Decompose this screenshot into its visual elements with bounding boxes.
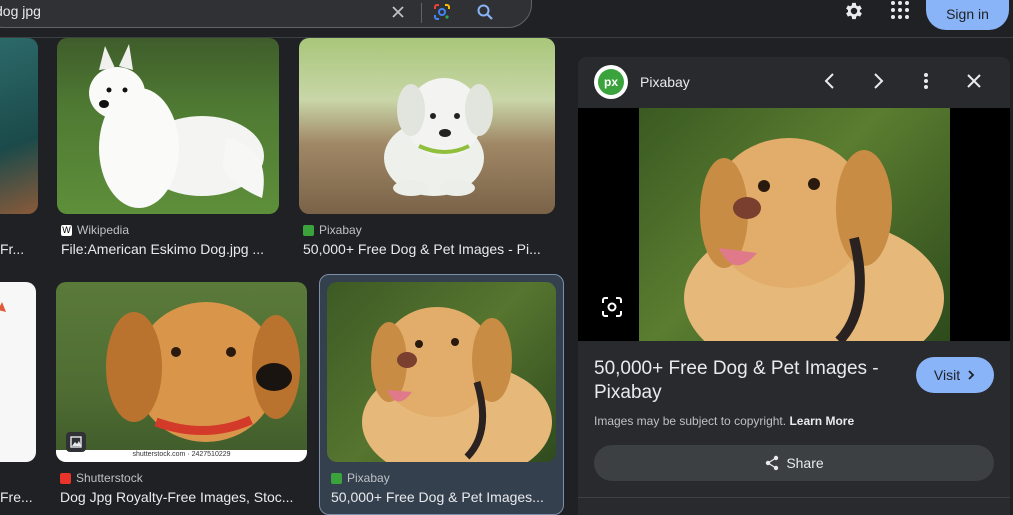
preview-image-area[interactable] bbox=[578, 108, 1010, 341]
result-title[interactable]: File:American Eskimo Dog.jpg ... bbox=[61, 241, 283, 257]
white-puppy-image bbox=[384, 78, 493, 196]
close-icon[interactable] bbox=[964, 71, 984, 91]
panel-title[interactable]: 50,000+ Free Dog & Pet Images - Pixabay bbox=[594, 357, 894, 405]
result-title[interactable]: 50,000+ Free Dog & Pet Images... bbox=[331, 489, 553, 505]
watermark-text: shutterstock.com · 2427510229 bbox=[132, 451, 231, 458]
result-thumbnail[interactable] bbox=[57, 38, 279, 214]
result-thumbnail[interactable]: shutterstock.com · 2427510229 bbox=[56, 282, 307, 462]
result-source: W Wikipedia bbox=[61, 223, 130, 237]
golden-retriever-image bbox=[362, 307, 552, 462]
search-icon[interactable] bbox=[476, 3, 494, 21]
gear-icon[interactable] bbox=[843, 0, 865, 22]
panel-source-name[interactable]: Pixabay bbox=[640, 74, 690, 90]
result-title[interactable]: Fre... bbox=[0, 489, 36, 505]
sign-in-button[interactable]: Sign in bbox=[926, 0, 1009, 30]
result-source: Pixabay bbox=[331, 471, 390, 485]
result-title[interactable]: 50,000+ Free Dog & Pet Images - Pi... bbox=[303, 241, 559, 257]
result-title[interactable]: Fr... bbox=[0, 241, 36, 257]
copyright-notice: Images may be subject to copyright. Lear… bbox=[594, 414, 855, 428]
visit-button[interactable]: Visit bbox=[916, 357, 994, 393]
lens-search-icon[interactable] bbox=[601, 296, 623, 318]
search-box[interactable]: dog jpg bbox=[0, 0, 532, 28]
preview-image bbox=[639, 108, 950, 341]
share-button[interactable]: Share bbox=[594, 445, 994, 481]
clear-icon[interactable] bbox=[390, 4, 406, 20]
result-source: Shutterstock bbox=[60, 471, 143, 485]
result-thumbnail[interactable] bbox=[0, 38, 38, 214]
chevron-right-icon[interactable] bbox=[868, 71, 888, 91]
chevron-left-icon[interactable] bbox=[820, 71, 840, 91]
pixabay-icon bbox=[331, 472, 342, 484]
result-source: Pixabay bbox=[303, 223, 362, 237]
partial-image bbox=[0, 302, 6, 312]
top-bar: dog jpg Sign in bbox=[0, 0, 1013, 38]
google-lens-icon[interactable] bbox=[433, 3, 451, 21]
shutterstock-icon bbox=[60, 472, 71, 484]
result-thumbnail[interactable] bbox=[0, 282, 36, 462]
search-input[interactable]: dog jpg bbox=[0, 3, 41, 19]
result-thumbnail[interactable] bbox=[327, 282, 556, 462]
pixabay-logo: px bbox=[594, 65, 628, 99]
result-title[interactable]: Dog Jpg Royalty-Free Images, Stoc... bbox=[60, 489, 308, 505]
golden-puppy-image bbox=[56, 302, 307, 462]
chevron-right-icon bbox=[968, 370, 975, 380]
wikipedia-icon: W bbox=[61, 224, 72, 236]
share-icon bbox=[766, 455, 779, 471]
image-icon bbox=[66, 432, 86, 452]
panel-divider bbox=[578, 497, 1010, 498]
search-separator bbox=[421, 3, 422, 23]
result-thumbnail[interactable] bbox=[299, 38, 555, 214]
learn-more-link[interactable]: Learn More bbox=[789, 414, 854, 428]
apps-grid-icon[interactable] bbox=[890, 0, 910, 20]
eskimo-dog-image bbox=[89, 44, 264, 208]
more-vert-icon[interactable] bbox=[916, 71, 936, 91]
pixabay-icon bbox=[303, 224, 314, 236]
preview-panel: px Pixabay 50,000+ Free Dog & Pet Images… bbox=[578, 57, 1010, 515]
